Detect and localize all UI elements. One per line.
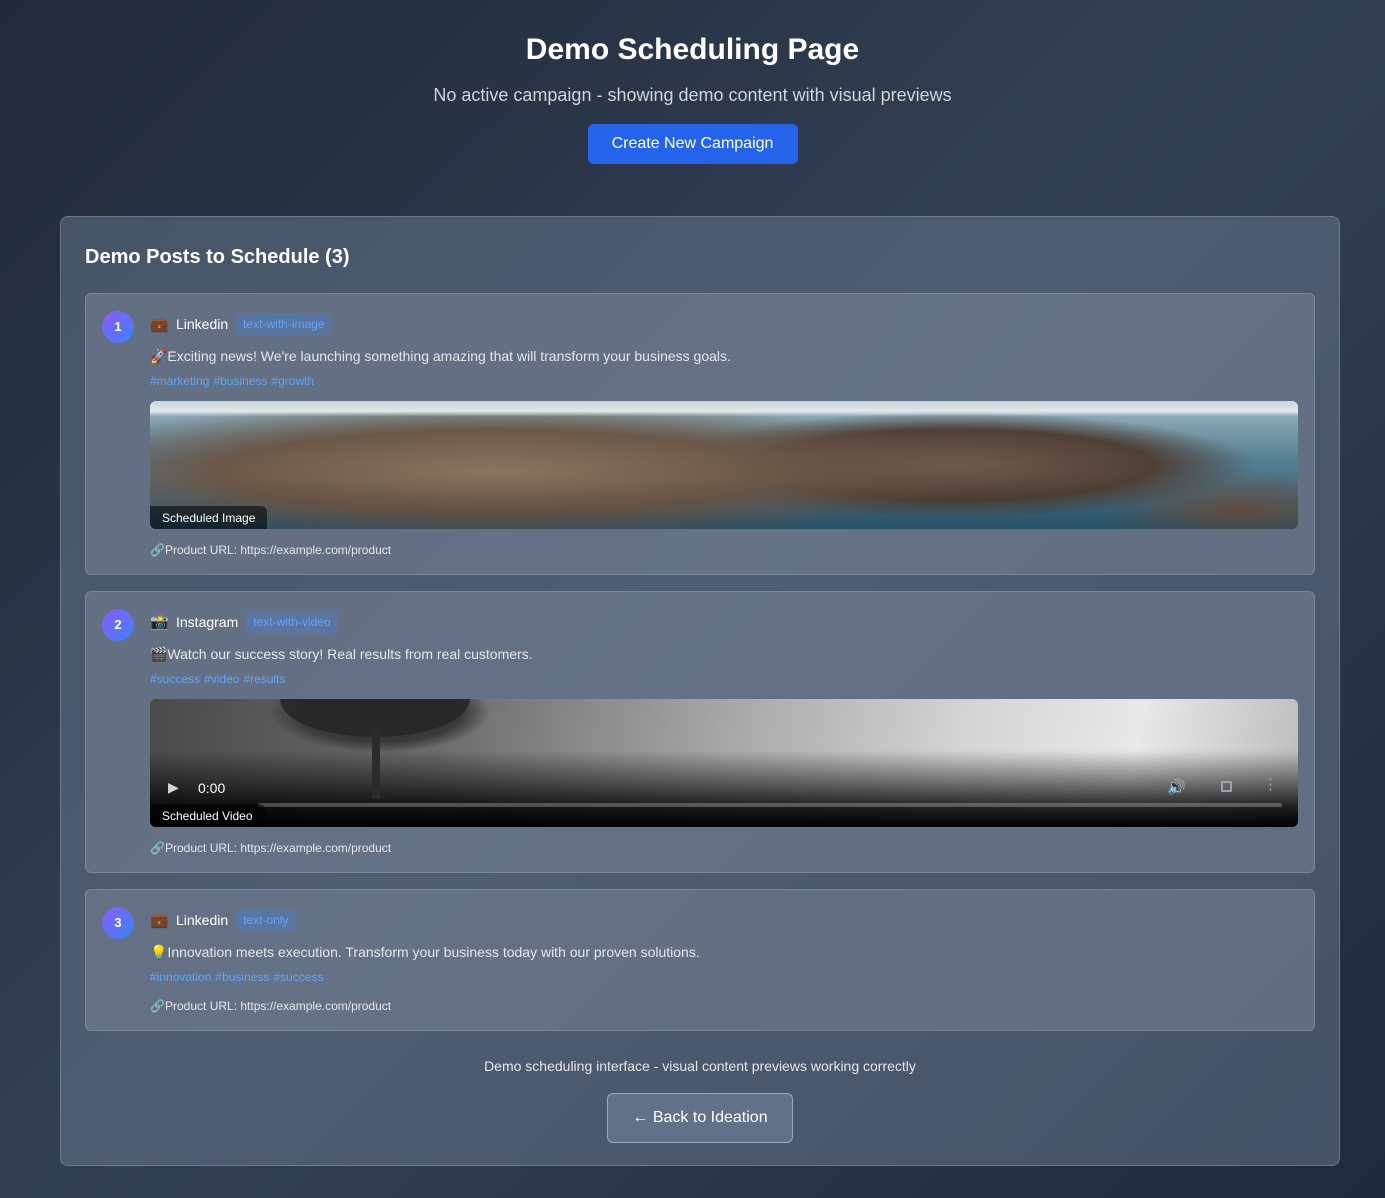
hashtag: #innovation — [150, 970, 212, 984]
hashtag: #video — [204, 672, 240, 686]
volume-icon[interactable]: 🔊 — [1167, 778, 1186, 796]
post-card: 2 📸 Instagram text-with-video 🎬Watch our… — [85, 591, 1315, 873]
media-label: Scheduled Image — [150, 506, 268, 529]
back-to-ideation-button[interactable]: ← Back to Ideation — [607, 1093, 793, 1143]
product-url: 🔗Product URL: https://example.com/produc… — [150, 840, 1298, 856]
posts-list: 1 💼 Linkedin text-with-image 🚀Exciting n… — [85, 293, 1315, 1031]
post-number: 3 — [102, 907, 134, 939]
video-time: 0:00 — [198, 780, 226, 796]
product-url-text: Product URL: https://example.com/product — [165, 543, 392, 557]
post-header: 📸 Instagram text-with-video — [150, 609, 1298, 635]
post-number: 1 — [102, 311, 134, 343]
platform-name: Linkedin — [176, 316, 229, 332]
product-url-text: Product URL: https://example.com/product — [165, 841, 392, 855]
panel-title: Demo Posts to Schedule (3) — [85, 246, 350, 268]
briefcase-icon: 💼 — [150, 912, 169, 929]
link-icon: 🔗 — [150, 999, 165, 1013]
briefcase-icon: 💼 — [150, 316, 169, 333]
post-text: 🎬Watch our success story! Real results f… — [150, 646, 533, 662]
product-url: 🔗Product URL: https://example.com/produc… — [150, 542, 1298, 558]
page-subtitle: No active campaign - showing demo conten… — [433, 85, 952, 105]
scheduled-video-player[interactable]: ▶ 0:00 🔊 ⋮ Scheduled Video — [150, 699, 1298, 827]
page-title: Demo Scheduling Page — [525, 33, 860, 66]
hashtag: #results — [243, 672, 286, 686]
video-progress-bar[interactable] — [258, 803, 1282, 807]
post-text: 🚀Exciting news! We're launching somethin… — [150, 348, 731, 364]
post-number: 2 — [102, 609, 134, 641]
fullscreen-icon[interactable] — [1221, 781, 1232, 792]
video-controls: ▶ 0:00 🔊 ⋮ — [150, 767, 1298, 827]
play-icon[interactable]: ▶ — [168, 779, 179, 796]
post-header: 💼 Linkedin text-with-image — [150, 311, 1298, 337]
hashtag: #growth — [271, 374, 315, 388]
link-icon: 🔗 — [150, 543, 165, 557]
post-text: 💡Innovation meets execution. Transform y… — [150, 944, 700, 960]
hashtag: #marketing — [150, 374, 210, 388]
scheduled-image-preview: Scheduled Image — [150, 401, 1298, 529]
platform-name: Instagram — [176, 614, 239, 630]
hashtags: #innovation #business #success — [150, 969, 1298, 985]
hashtag: #business — [215, 970, 270, 984]
hashtag: #success — [273, 970, 324, 984]
page-header: Demo Scheduling Page No active campaign … — [0, 0, 1385, 164]
hashtags: #success #video #results — [150, 671, 1298, 687]
hashtag: #success — [150, 672, 201, 686]
post-card: 1 💼 Linkedin text-with-image 🚀Exciting n… — [85, 293, 1315, 575]
post-type-badge: text-only — [236, 909, 296, 931]
media-label: Scheduled Video — [150, 804, 265, 827]
posts-panel: Demo Posts to Schedule (3) 1 💼 Linkedin … — [60, 216, 1340, 1166]
camera-icon: 📸 — [150, 614, 169, 631]
product-url: 🔗Product URL: https://example.com/produc… — [150, 998, 1298, 1014]
product-url-text: Product URL: https://example.com/product — [165, 999, 392, 1013]
footer-note: Demo scheduling interface - visual conte… — [484, 1058, 916, 1074]
post-type-badge: text-with-video — [246, 611, 338, 633]
platform-name: Linkedin — [176, 912, 229, 928]
hashtag: #business — [213, 374, 268, 388]
more-options-icon[interactable]: ⋮ — [1263, 777, 1278, 793]
post-header: 💼 Linkedin text-only — [150, 907, 1298, 933]
post-type-badge: text-with-image — [236, 313, 332, 335]
hashtags: #marketing #business #growth — [150, 373, 1298, 389]
create-campaign-button[interactable]: Create New Campaign — [587, 124, 798, 164]
link-icon: 🔗 — [150, 841, 165, 855]
post-card: 3 💼 Linkedin text-only 💡Innovation meets… — [85, 889, 1315, 1031]
